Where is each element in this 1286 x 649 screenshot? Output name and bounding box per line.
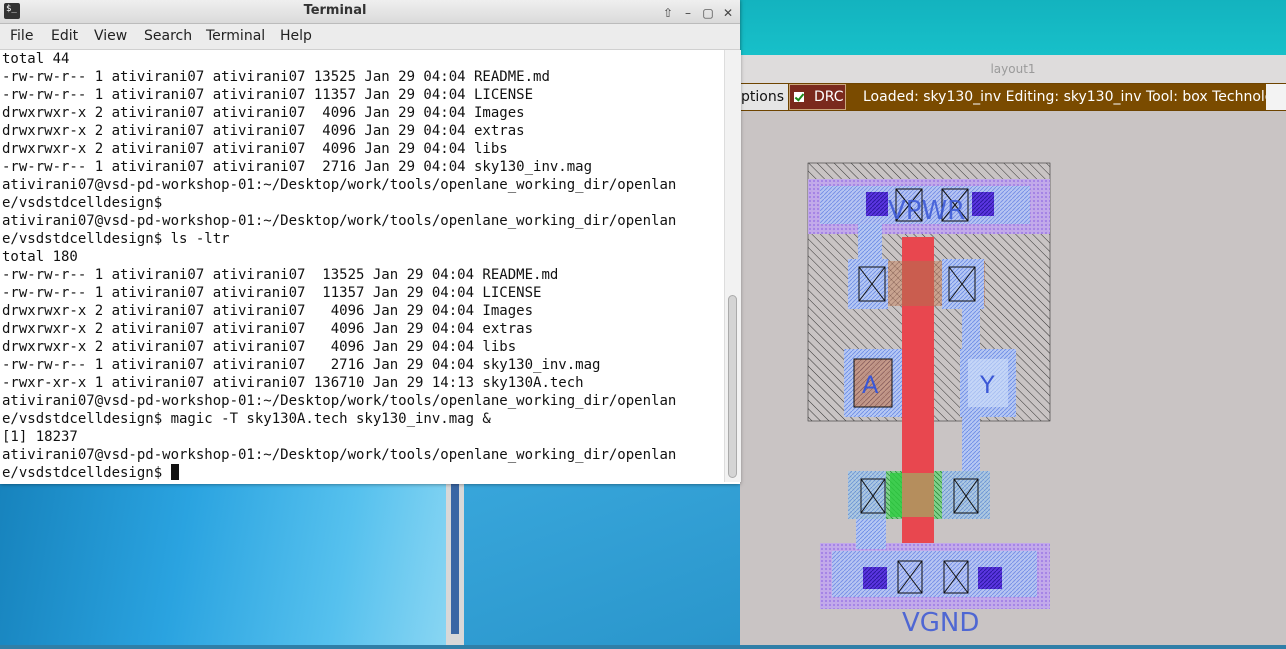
vgnd-label: VGND	[902, 608, 979, 638]
terminal-line: drwxrwxr-x 2 ativirani07 ativirani07 409…	[2, 123, 525, 139]
terminal-prompt-line[interactable]: e/vsdstdcelldesign$	[2, 464, 179, 482]
terminal-line: total 180	[2, 249, 78, 265]
taskbar-strip	[446, 484, 464, 645]
terminal-line: e/vsdstdcelldesign$	[2, 195, 163, 211]
vpwr-via-right	[972, 192, 994, 216]
terminal-output[interactable]: total 44 -rw-rw-r-- 1 ativirani07 ativir…	[0, 50, 724, 482]
terminal-line: ativirani07@vsd-pd-workshop-01:~/Desktop…	[2, 447, 677, 463]
vgnd-li-rail	[832, 551, 1037, 597]
terminal-title: Terminal	[303, 3, 367, 18]
terminal-line: [1] 18237	[2, 429, 78, 445]
terminal-line: e/vsdstdcelldesign$ ls -ltr	[2, 231, 230, 247]
terminal-line: -rw-rw-r-- 1 ativirani07 ativirani07 135…	[2, 267, 559, 283]
magic-toolbar: ptions DRC Loaded: sky130_inv Editing: s…	[740, 83, 1286, 111]
menu-file[interactable]: File	[10, 24, 33, 49]
options-button[interactable]: ptions	[740, 84, 788, 110]
desktop-top-panel	[740, 0, 1286, 55]
toolbar-end-cap	[1266, 84, 1286, 110]
close-icon[interactable]: ✕	[718, 4, 738, 22]
drc-toggle-button[interactable]: DRC	[789, 84, 846, 110]
terminal-line: e/vsdstdcelldesign$ magic -T sky130A.tec…	[2, 411, 491, 427]
input-a-label: A	[862, 371, 879, 399]
terminal-line: drwxrwxr-x 2 ativirani07 ativirani07 409…	[2, 321, 534, 337]
nmos-gate-overlap	[902, 473, 934, 517]
terminal-window[interactable]: $_ Terminal ⇧ – ▢ ✕ File Edit View Search T…	[0, 0, 741, 484]
checkbox-icon[interactable]	[794, 92, 804, 102]
terminal-line: ativirani07@vsd-pd-workshop-01:~/Desktop…	[2, 177, 677, 193]
terminal-scrollbar[interactable]	[724, 50, 741, 482]
taskbar-strip-bar	[451, 484, 459, 634]
terminal-line: ativirani07@vsd-pd-workshop-01:~/Desktop…	[2, 213, 677, 229]
vgnd-via-left	[863, 567, 887, 589]
pmos-gate-overlap	[902, 261, 934, 306]
layout-canvas[interactable]: VPWR VGND A Y	[740, 111, 1286, 645]
nmos-left-contact-pad	[848, 471, 886, 519]
minimize-icon[interactable]: –	[678, 4, 698, 22]
vgnd-via-right	[978, 567, 1002, 589]
terminal-line: total 44	[2, 51, 70, 67]
terminal-line: drwxrwxr-x 2 ativirani07 ativirani07 409…	[2, 303, 534, 319]
window-title: layout1	[740, 55, 1286, 84]
terminal-line: -rw-rw-r-- 1 ativirani07 ativirani07 271…	[2, 159, 593, 175]
menu-edit[interactable]: Edit	[51, 24, 78, 49]
layout-drawing: VPWR VGND A Y	[807, 162, 1051, 638]
terminal-line: -rw-rw-r-- 1 ativirani07 ativirani07 113…	[2, 87, 534, 103]
terminal-titlebar[interactable]: $_ Terminal ⇧ – ▢ ✕	[0, 0, 740, 24]
terminal-line: drwxrwxr-x 2 ativirani07 ativirani07 409…	[2, 105, 525, 121]
window-controls: ⇧ – ▢ ✕	[658, 2, 738, 20]
menu-view[interactable]: View	[94, 24, 127, 49]
terminal-line: -rw-rw-r-- 1 ativirani07 ativirani07 135…	[2, 69, 550, 85]
drc-label: DRC	[814, 89, 844, 105]
status-bar-text: Loaded: sky130_inv Editing: sky130_inv T…	[846, 84, 1266, 110]
maximize-up-icon[interactable]: ⇧	[658, 4, 678, 22]
text-cursor	[170, 464, 179, 480]
li-strap-left-bottom	[856, 519, 886, 549]
terminal-prompt: e/vsdstdcelldesign$	[2, 465, 171, 481]
vpwr-via-left	[866, 192, 888, 216]
terminal-line: drwxrwxr-x 2 ativirani07 ativirani07 409…	[2, 141, 508, 157]
nmos-right-contact-pad	[942, 471, 990, 519]
terminal-line: ativirani07@vsd-pd-workshop-01:~/Desktop…	[2, 393, 677, 409]
li-strap-left-top	[858, 224, 882, 264]
scrollbar-thumb[interactable]	[728, 295, 737, 478]
terminal-menubar: File Edit View Search Terminal Help	[0, 24, 740, 50]
terminal-line: -rwxr-xr-x 1 ativirani07 ativirani07 136…	[2, 375, 584, 391]
restore-icon[interactable]: ▢	[698, 4, 718, 22]
menu-help[interactable]: Help	[280, 24, 312, 49]
output-y-label: Y	[979, 371, 995, 399]
magic-layout-window[interactable]: layout1 ptions DRC Loaded: sky130_inv Ed…	[740, 55, 1286, 645]
terminal-line: -rw-rw-r-- 1 ativirani07 ativirani07 113…	[2, 285, 542, 301]
terminal-line: drwxrwxr-x 2 ativirani07 ativirani07 409…	[2, 339, 517, 355]
desktop-wallpaper-shape	[0, 484, 450, 645]
terminal-line: -rw-rw-r-- 1 ativirani07 ativirani07 271…	[2, 357, 601, 373]
menu-search[interactable]: Search	[144, 24, 192, 49]
vpwr-label: VPWR	[888, 196, 965, 226]
menu-terminal[interactable]: Terminal	[206, 24, 265, 49]
